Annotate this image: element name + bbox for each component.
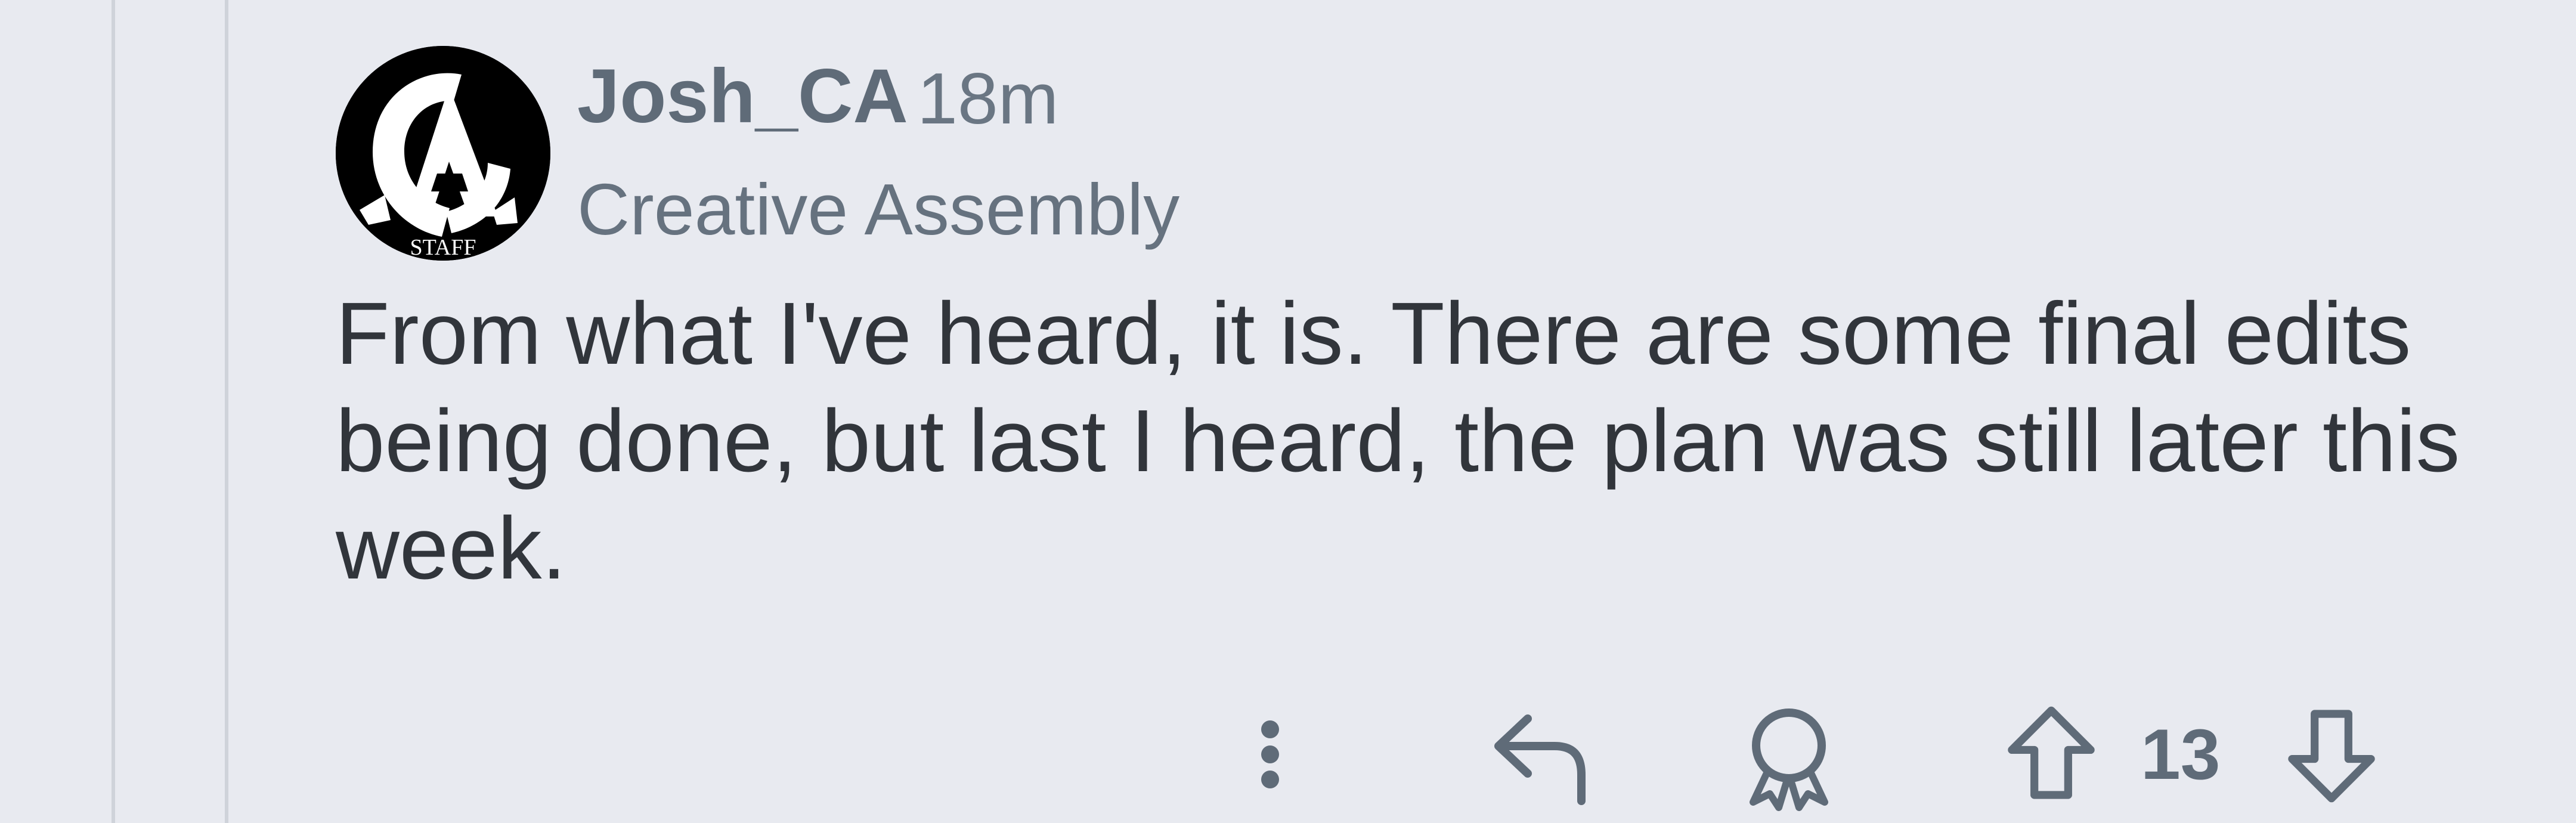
down-arrow-icon <box>2288 710 2375 803</box>
upvote-button[interactable] <box>1998 701 2105 808</box>
more-vertical-icon <box>1261 720 1279 788</box>
more-options-button[interactable] <box>1234 707 1306 802</box>
downvote-button[interactable] <box>2278 701 2385 808</box>
user-flair: Creative Assembly <box>577 169 1180 250</box>
username[interactable]: Josh_CA <box>577 58 908 135</box>
reply-button[interactable] <box>1485 703 1598 810</box>
timestamp: 18m <box>917 58 1059 139</box>
thread-indent-line[interactable] <box>112 0 115 823</box>
award-ribbon-icon <box>1750 708 1828 811</box>
up-arrow-icon <box>2008 706 2095 799</box>
thread-indent-line[interactable] <box>225 0 228 823</box>
vote-score: 13 <box>2141 714 2221 794</box>
award-button[interactable] <box>1729 704 1849 811</box>
comment-body: From what I've heard, it is. There are s… <box>336 284 2460 598</box>
svg-text:STAFF: STAFF <box>410 235 476 260</box>
avatar[interactable]: STAFF <box>336 46 550 261</box>
reply-arrow-icon <box>1494 714 1586 805</box>
